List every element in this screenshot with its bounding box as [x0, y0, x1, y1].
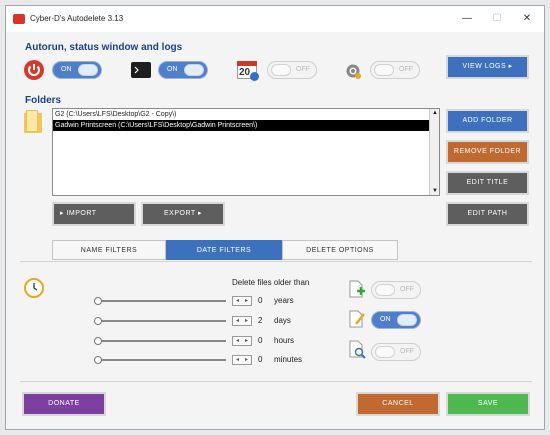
list-item[interactable]: Gadwin Printscreen (C:\Users\LFS\Desktop…	[53, 120, 439, 131]
hours-value: 0	[258, 336, 263, 345]
maximize-button[interactable]: ☐	[484, 10, 510, 28]
power-icon	[24, 60, 44, 80]
save-button[interactable]: SAVE	[446, 392, 530, 416]
window-title: Cyber-D's Autodelete 3.13	[30, 14, 124, 23]
donate-button[interactable]: DONATE	[22, 392, 106, 416]
minimize-button[interactable]: —	[454, 10, 480, 28]
console-icon	[131, 62, 151, 78]
scrollbar[interactable]: ▲ ▼	[429, 109, 439, 195]
minutes-slider[interactable]	[94, 355, 226, 365]
minutes-stepper[interactable]: ◂ ▸	[232, 355, 252, 365]
folder-list[interactable]: G2 (C:\Users\LFS\Desktop\G2 - Copy\) Gad…	[52, 108, 440, 196]
export-button[interactable]: EXPORT ▸	[141, 202, 225, 226]
scroll-up-icon[interactable]: ▲	[432, 110, 438, 116]
minutes-unit: minutes	[274, 355, 303, 364]
cancel-button[interactable]: CANCEL	[356, 392, 440, 416]
tab-divider	[20, 261, 532, 262]
add-folder-button[interactable]: ADD FOLDER	[446, 109, 529, 133]
hours-stepper[interactable]: ◂ ▸	[232, 336, 252, 346]
years-value: 0	[258, 296, 263, 305]
tab-date-filters[interactable]: DATE FILTERS	[166, 240, 282, 260]
search-file-icon	[348, 340, 366, 359]
calendar-icon: 20	[237, 59, 259, 81]
edit-path-button[interactable]: EDIT PATH	[446, 202, 529, 226]
autorun-heading: Autorun, status window and logs	[25, 42, 183, 53]
view-logs-button[interactable]: VIEW LOGS ▸	[446, 55, 529, 79]
toggle-state: OFF	[400, 286, 414, 293]
app-icon	[13, 14, 25, 24]
date-filter-caption: Delete files older than	[232, 278, 310, 287]
days-value: 2	[258, 316, 263, 325]
app-window: Cyber-D's Autodelete 3.13 — ☐ ✕ Autorun,…	[5, 5, 545, 430]
toggle-state: OFF	[296, 66, 310, 73]
footer-divider	[20, 381, 532, 382]
toggle-state: ON	[167, 66, 178, 73]
minutes-value: 0	[258, 355, 263, 364]
calendar-day: 20	[239, 67, 251, 78]
years-slider[interactable]	[94, 296, 226, 306]
toggle-state: ON	[380, 316, 391, 323]
years-stepper[interactable]: ◂ ▸	[232, 296, 252, 306]
import-button[interactable]: ▸ IMPORT	[52, 202, 136, 226]
edit-title-button[interactable]: EDIT TITLE	[446, 171, 529, 195]
days-unit: days	[274, 316, 291, 325]
autorun-toggle[interactable]: ON	[52, 61, 102, 79]
log-toggle[interactable]: OFF	[267, 61, 317, 79]
clock-icon	[24, 278, 44, 298]
remove-folder-button[interactable]: REMOVE FOLDER	[446, 140, 529, 164]
folders-heading: Folders	[25, 95, 62, 106]
gear-icon	[344, 62, 362, 80]
add-file-icon	[348, 280, 365, 298]
tab-delete-options[interactable]: DELETE OPTIONS	[282, 240, 398, 260]
option-toggle-1[interactable]: OFF	[371, 281, 421, 299]
toggle-state: OFF	[400, 348, 414, 355]
option-toggle-3[interactable]: OFF	[371, 343, 421, 361]
days-slider[interactable]	[94, 316, 226, 326]
days-stepper[interactable]: ◂ ▸	[232, 316, 252, 326]
close-button[interactable]: ✕	[514, 10, 540, 28]
tab-name-filters[interactable]: NAME FILTERS	[52, 240, 166, 260]
hours-unit: hours	[274, 336, 295, 345]
toggle-state: OFF	[399, 66, 413, 73]
list-item[interactable]: G2 (C:\Users\LFS\Desktop\G2 - Copy\)	[53, 109, 439, 120]
settings-toggle[interactable]: OFF	[370, 61, 420, 79]
hours-slider[interactable]	[94, 336, 226, 346]
edit-file-icon	[348, 310, 365, 328]
option-toggle-2[interactable]: ON	[371, 311, 421, 329]
years-unit: years	[274, 296, 294, 305]
title-bar: Cyber-D's Autodelete 3.13 — ☐ ✕	[6, 6, 544, 32]
toggle-state: ON	[61, 66, 72, 73]
folder-icon	[24, 110, 42, 134]
scroll-down-icon[interactable]: ▼	[432, 188, 438, 194]
status-window-toggle[interactable]: ON	[158, 61, 208, 79]
